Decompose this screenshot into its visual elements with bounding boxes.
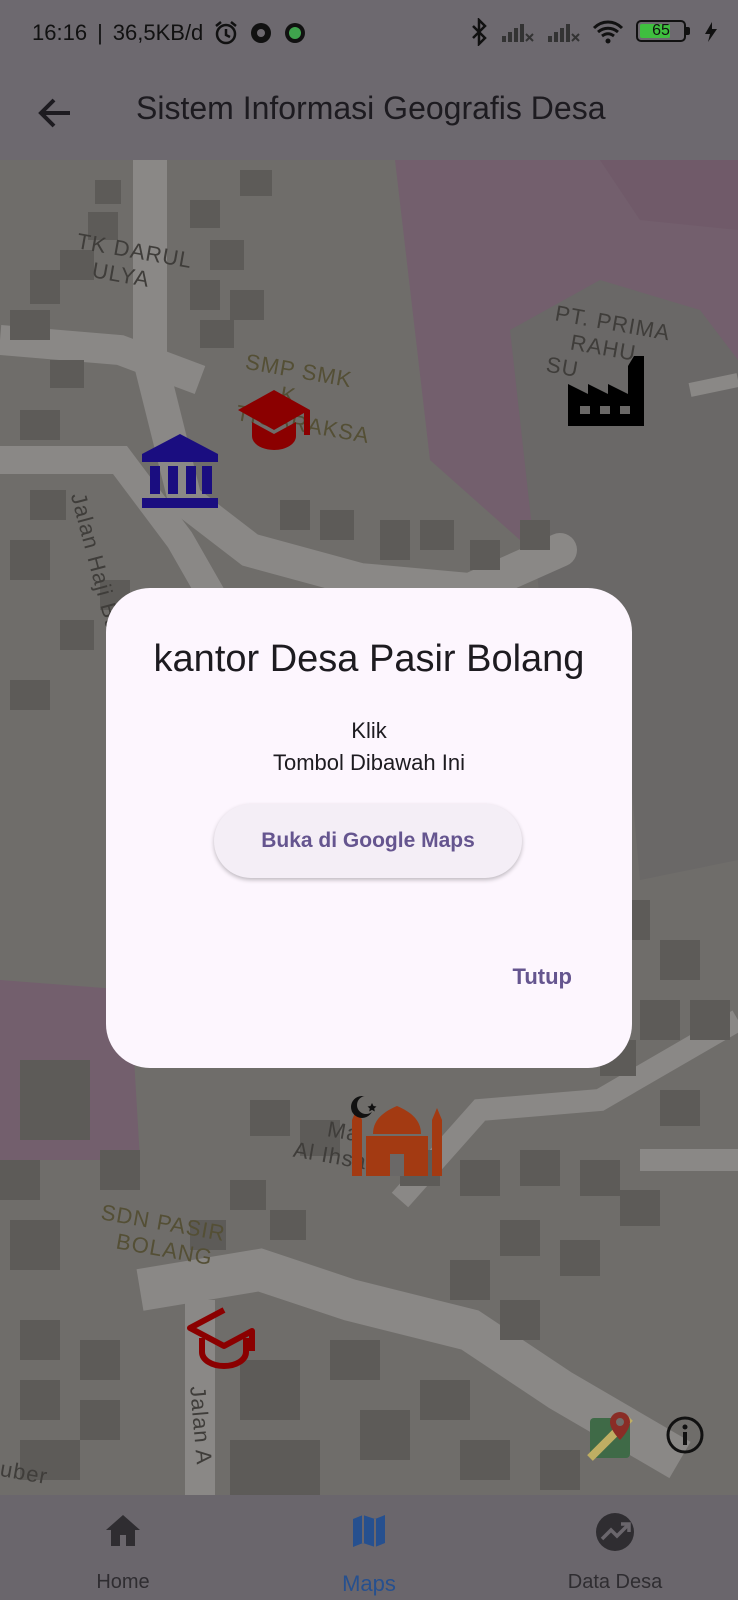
close-dialog-button[interactable]: Tutup bbox=[513, 964, 572, 990]
nav-label-home: Home bbox=[96, 1571, 150, 1593]
school-icon bbox=[238, 390, 310, 450]
factory-icon bbox=[568, 356, 644, 426]
wifi-icon bbox=[592, 20, 624, 44]
map-icon bbox=[353, 1515, 385, 1547]
battery-level: 65 bbox=[652, 22, 670, 39]
government-building-icon bbox=[142, 434, 218, 508]
status-speed: 36,5KB/d bbox=[112, 20, 204, 45]
crescent-star-icon bbox=[351, 1096, 377, 1118]
location-dialog: kantor Desa Pasir Bolang Klik Tombol Dib… bbox=[106, 588, 632, 1068]
signal-icon bbox=[502, 24, 534, 42]
home-icon bbox=[106, 1515, 140, 1546]
nav-item-home[interactable]: Home bbox=[0, 1495, 246, 1600]
status-time: 16:16 bbox=[32, 20, 88, 45]
nav-label-maps: Maps bbox=[342, 1571, 396, 1596]
arrow-back-icon bbox=[38, 98, 70, 128]
page-title: Sistem Informasi Geografis Desa bbox=[136, 90, 606, 126]
dialog-text-line2: Tombol Dibawah Ini bbox=[273, 750, 465, 775]
charging-icon bbox=[705, 22, 717, 42]
school-outline-icon bbox=[187, 1307, 255, 1370]
app-notification-icon bbox=[251, 23, 272, 43]
google-maps-icon bbox=[587, 1412, 633, 1461]
signal-icon-2 bbox=[548, 24, 580, 42]
nav-item-maps[interactable]: Maps bbox=[246, 1495, 492, 1600]
dialog-text-line1: Klik bbox=[351, 718, 387, 743]
info-icon bbox=[666, 1416, 704, 1454]
back-button[interactable] bbox=[30, 88, 80, 138]
alarm-icon bbox=[215, 21, 238, 45]
open-google-maps-button[interactable]: Buka di Google Maps bbox=[214, 804, 522, 878]
bottom-navigation: Home Maps Data Desa bbox=[0, 1495, 738, 1600]
app-bar: Sistem Informasi Geografis Desa bbox=[0, 70, 738, 160]
nav-item-data-desa[interactable]: Data Desa bbox=[492, 1495, 738, 1600]
dialog-title: kantor Desa Pasir Bolang bbox=[153, 638, 585, 680]
nav-label-data-desa: Data Desa bbox=[567, 1571, 663, 1593]
bluetooth-icon bbox=[472, 18, 487, 46]
battery-icon: 65 bbox=[636, 20, 692, 44]
chart-icon bbox=[596, 1513, 634, 1551]
message-notification-icon bbox=[285, 23, 306, 43]
status-bar: 16:16 | 36,5KB/d 65 bbox=[0, 0, 738, 70]
